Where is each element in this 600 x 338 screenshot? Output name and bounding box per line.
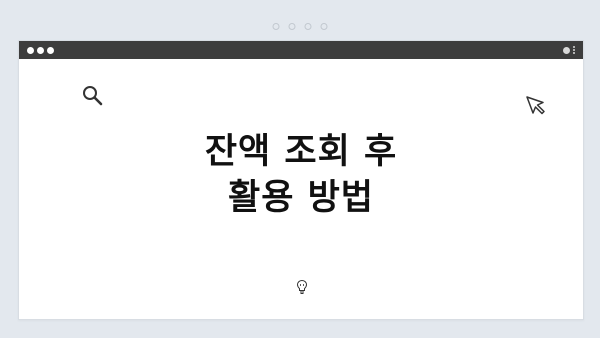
window-control-dot[interactable] [47,46,54,54]
indicator-dot [272,23,280,30]
slide-content: 잔액 조회 후 활용 방법 [19,59,583,319]
title-line-1: 잔액 조회 후 [204,132,398,172]
indicator-dot [304,23,312,30]
titlebar-actions [563,46,575,54]
lightbulb-icon [296,279,308,294]
cursor-arrow-icon [526,96,545,115]
window-controls [27,46,54,54]
search-icon [83,86,103,106]
page-title: 잔액 조회 후 활용 방법 [19,129,583,221]
kebab-menu-icon[interactable] [573,46,575,54]
browser-window: 잔액 조회 후 활용 방법 [18,40,584,320]
indicator-dot [320,23,328,30]
window-control-dot[interactable] [27,46,34,54]
page-indicator-dots [272,23,328,30]
title-line-2: 활용 방법 [228,178,374,218]
indicator-dot [288,23,296,30]
user-icon[interactable] [563,46,570,54]
window-titlebar [19,41,583,59]
window-control-dot[interactable] [37,46,44,54]
